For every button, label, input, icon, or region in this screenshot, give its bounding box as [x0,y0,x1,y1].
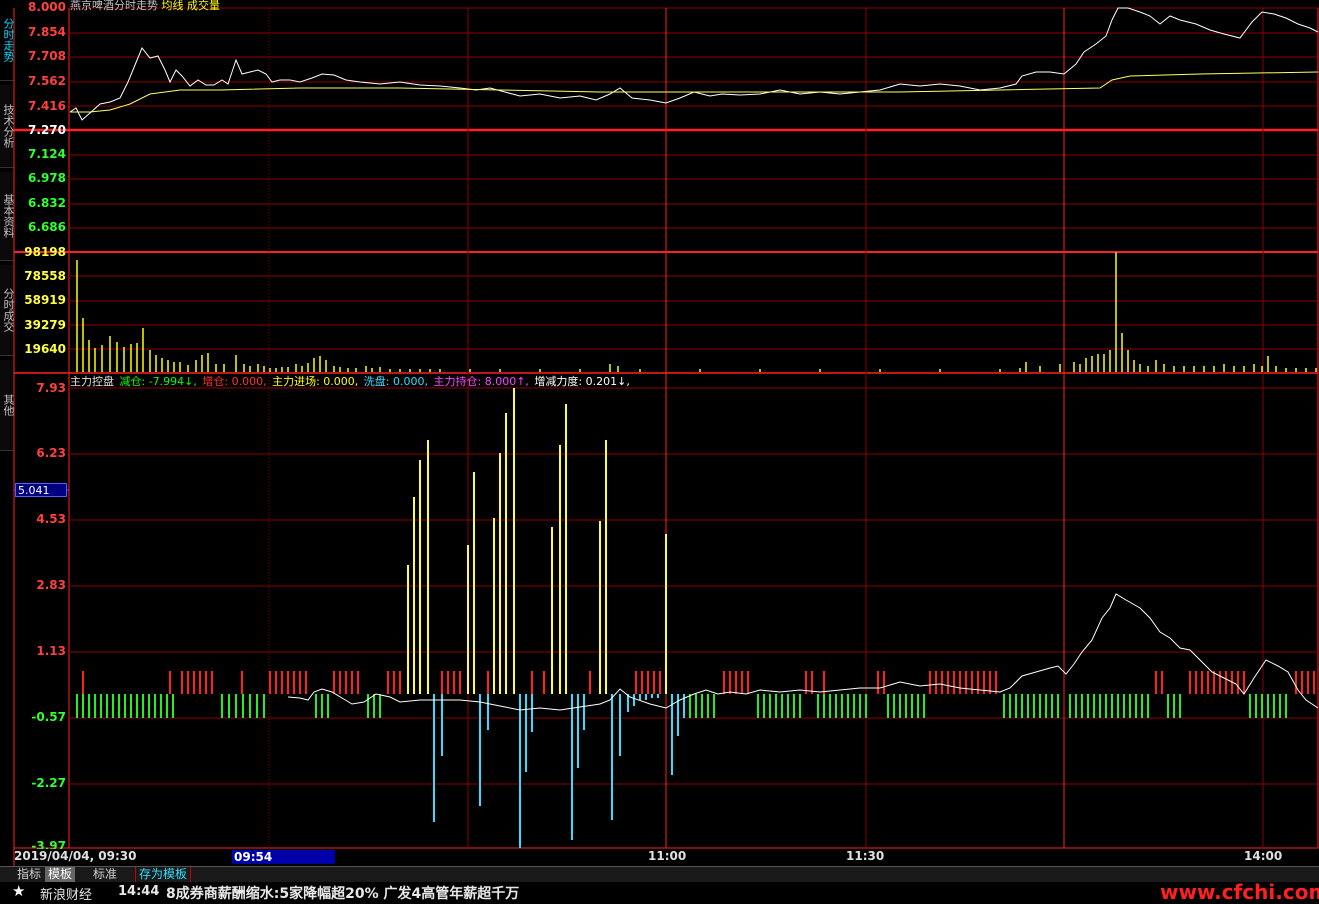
indicator-label: 4.53 [36,512,66,526]
indicator-label: -2.27 [31,776,66,790]
time-label: 11:30 [846,849,885,863]
price-label: 7.708 [28,49,66,63]
time-label: 11:00 [648,849,687,863]
price-panel-title: 燕京啤酒分时走势 均线 成交量 [70,0,220,13]
indicator-label: 1.13 [36,644,66,658]
selected-time-badge: 09:54 [232,850,335,864]
news-source: 新浪财经 [40,888,93,903]
indicator-increase: 增仓: 0.000, [202,375,267,388]
price-label: 7.124 [28,147,66,161]
volume-legend: 成交量 [187,0,220,12]
chart-canvas[interactable] [0,0,1319,901]
price-label: 8.000 [28,0,66,14]
save-template-button[interactable]: 存为模板 [135,867,192,882]
watermark: www.cfchi.com [1160,880,1319,904]
indicator-label: 6.23 [36,446,66,460]
indicator-title: 主力控盘 减仓: -7.994↓, 增仓: 0.000, 主力进场: 0.000… [70,373,632,389]
price-label: 7.562 [28,74,66,88]
tab-indicator[interactable]: 指标 [14,867,44,882]
news-ticker: ★ 新浪财经 14:44 8成券商薪酬缩水:5家降幅超20% 广发4高管年薪超千… [0,880,1319,904]
indicator-label: 7.93 [36,381,66,395]
volume-label: 78558 [24,269,66,283]
tab-standard[interactable]: 标准 [90,867,120,882]
volume-label: 19640 [24,342,66,356]
price-label: 6.978 [28,171,66,185]
price-label: 7.854 [28,25,66,39]
bottom-tab-bar: 指标 模板 标准 存为模板 [0,866,1319,883]
volume-label: 98198 [24,245,66,259]
tab-template[interactable]: 模板 [45,867,76,882]
cursor-value-badge: 5.041 [15,483,67,497]
intraday-chart-window: 分时走势 技术分析 基本资料 分时成交 其他 燕京啤酒分时走势 均线 成交量 8… [0,0,1319,904]
indicator-entry: 主力进场: 0.000, [272,375,359,388]
price-label-prev-close: 7.270 [28,123,66,137]
indicator-washout: 洗盘: 0.000, [363,375,428,388]
date-time-label: 2019/04/04, 09:30 [14,849,137,863]
indicator-label: 2.83 [36,578,66,592]
stock-chart-title: 燕京啤酒分时走势 [70,0,158,12]
time-label: 14:00 [1244,849,1283,863]
indicator-label: -0.57 [31,710,66,724]
price-label: 6.832 [28,196,66,210]
indicator-label: -3.97 [31,839,66,849]
indicator-reduce: 减仓: -7.994↓, [119,375,197,388]
volume-label: 58919 [24,293,66,307]
volume-label: 39279 [24,318,66,332]
indicator-name: 主力控盘 [70,375,114,388]
price-label: 6.686 [28,220,66,234]
chart-border [68,7,1319,849]
indicator-holding: 主力持仓: 8.000↑, [433,375,529,388]
time-axis: 2019/04/04, 09:30 11:00 11:30 14:00 [0,849,1319,865]
indicator-strength: 增减力度: 0.201↓, [534,375,630,388]
star-icon[interactable]: ★ [12,882,25,900]
price-line [69,7,1319,121]
news-headline[interactable]: 8成券商薪酬缩水:5家降幅超20% 广发4高管年薪超千万 [166,883,519,903]
price-label: 7.416 [28,99,66,113]
news-time: 14:44 [118,884,160,899]
avg-line-legend: 均线 [161,0,184,12]
